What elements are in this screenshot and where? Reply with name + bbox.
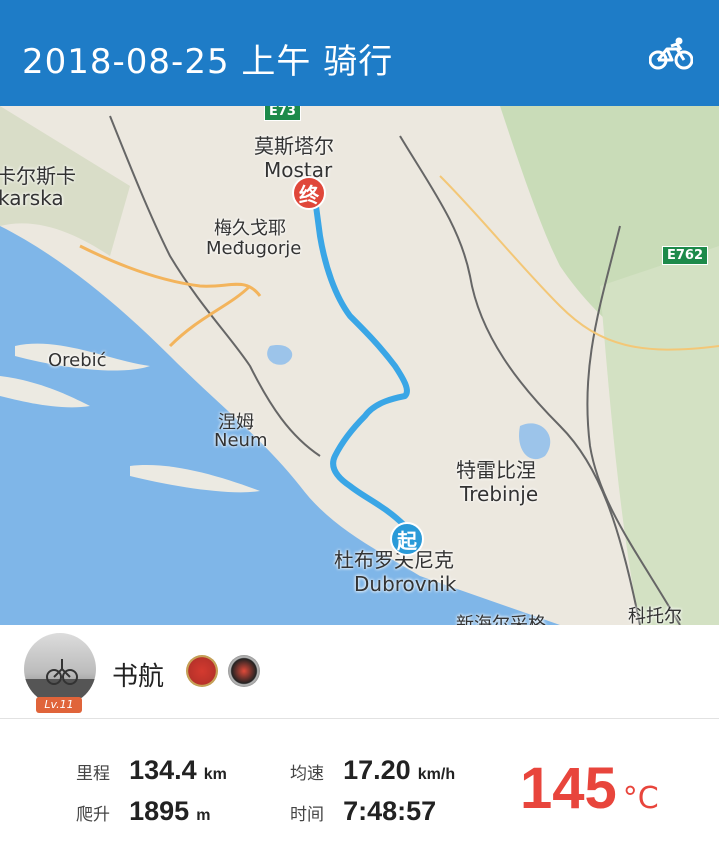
map-label-orebic: Orebić xyxy=(48,350,107,371)
distance-unit: km xyxy=(203,766,227,783)
activity-title: 2018-08-25 上午 骑行 xyxy=(22,42,394,82)
map-label-medjugorje: Međugorje xyxy=(206,238,302,259)
map-label-kotor-cn: 科托尔 xyxy=(628,606,682,625)
map-label-herceg-novi-cn: 新海尔采格 xyxy=(456,614,546,625)
header-bar: 2018-08-25 上午 骑行 xyxy=(0,0,719,106)
route-end-marker[interactable]: 终 xyxy=(292,176,326,210)
map-label-medjugorje-cn: 梅久戈耶 xyxy=(214,218,286,239)
avg-speed-unit: km/h xyxy=(417,766,456,783)
avg-speed-stat: 均速 17.20 km/h xyxy=(290,755,455,786)
avatar[interactable] xyxy=(24,633,96,705)
map-label-trebinje-cn: 特雷比涅 xyxy=(456,458,536,482)
map-label-dubrovnik: Dubrovnik xyxy=(354,572,457,596)
map-label-makarska: karska xyxy=(0,186,64,210)
map-label-mostar-cn: 莫斯塔尔 xyxy=(254,134,334,158)
bicycle-icon[interactable] xyxy=(649,36,693,70)
time-label: 时间 xyxy=(290,805,324,825)
temperature-unit: °C xyxy=(622,781,659,816)
temperature-value: 145 xyxy=(520,756,617,821)
temperature-display: 145 °C xyxy=(520,755,659,822)
medal-badge-icon[interactable] xyxy=(228,655,260,687)
user-info-bar: Lv.11 书航 xyxy=(0,625,719,719)
map-label-makarska-cn: 卡尔斯卡 xyxy=(0,164,76,188)
time-value: 7:48:57 xyxy=(343,796,437,826)
flag-badge-icon[interactable] xyxy=(186,655,218,687)
distance-value: 134.4 xyxy=(129,755,197,785)
climb-label: 爬升 xyxy=(76,805,110,825)
climb-unit: m xyxy=(196,807,211,824)
climb-value: 1895 xyxy=(129,796,190,826)
distance-label: 里程 xyxy=(76,764,110,784)
route-map[interactable]: E73 E762 莫斯塔尔 Mostar 卡尔斯卡 karska 梅久戈耶 Me… xyxy=(0,106,719,625)
climb-stat: 爬升 1895 m xyxy=(76,796,211,827)
time-stat: 时间 7:48:57 xyxy=(290,796,436,827)
distance-stat: 里程 134.4 km xyxy=(76,755,227,786)
map-label-neum: Neum xyxy=(214,430,268,451)
avg-speed-label: 均速 xyxy=(290,764,324,784)
map-label-trebinje: Trebinje xyxy=(460,482,539,506)
user-level-badge: Lv.11 xyxy=(36,697,82,713)
avg-speed-value: 17.20 xyxy=(343,755,411,785)
route-start-marker[interactable]: 起 xyxy=(390,522,424,556)
road-e73-badge: E73 xyxy=(264,106,301,121)
road-e762-badge: E762 xyxy=(662,246,709,265)
username[interactable]: 书航 xyxy=(112,656,164,693)
avatar-photo xyxy=(24,659,96,705)
